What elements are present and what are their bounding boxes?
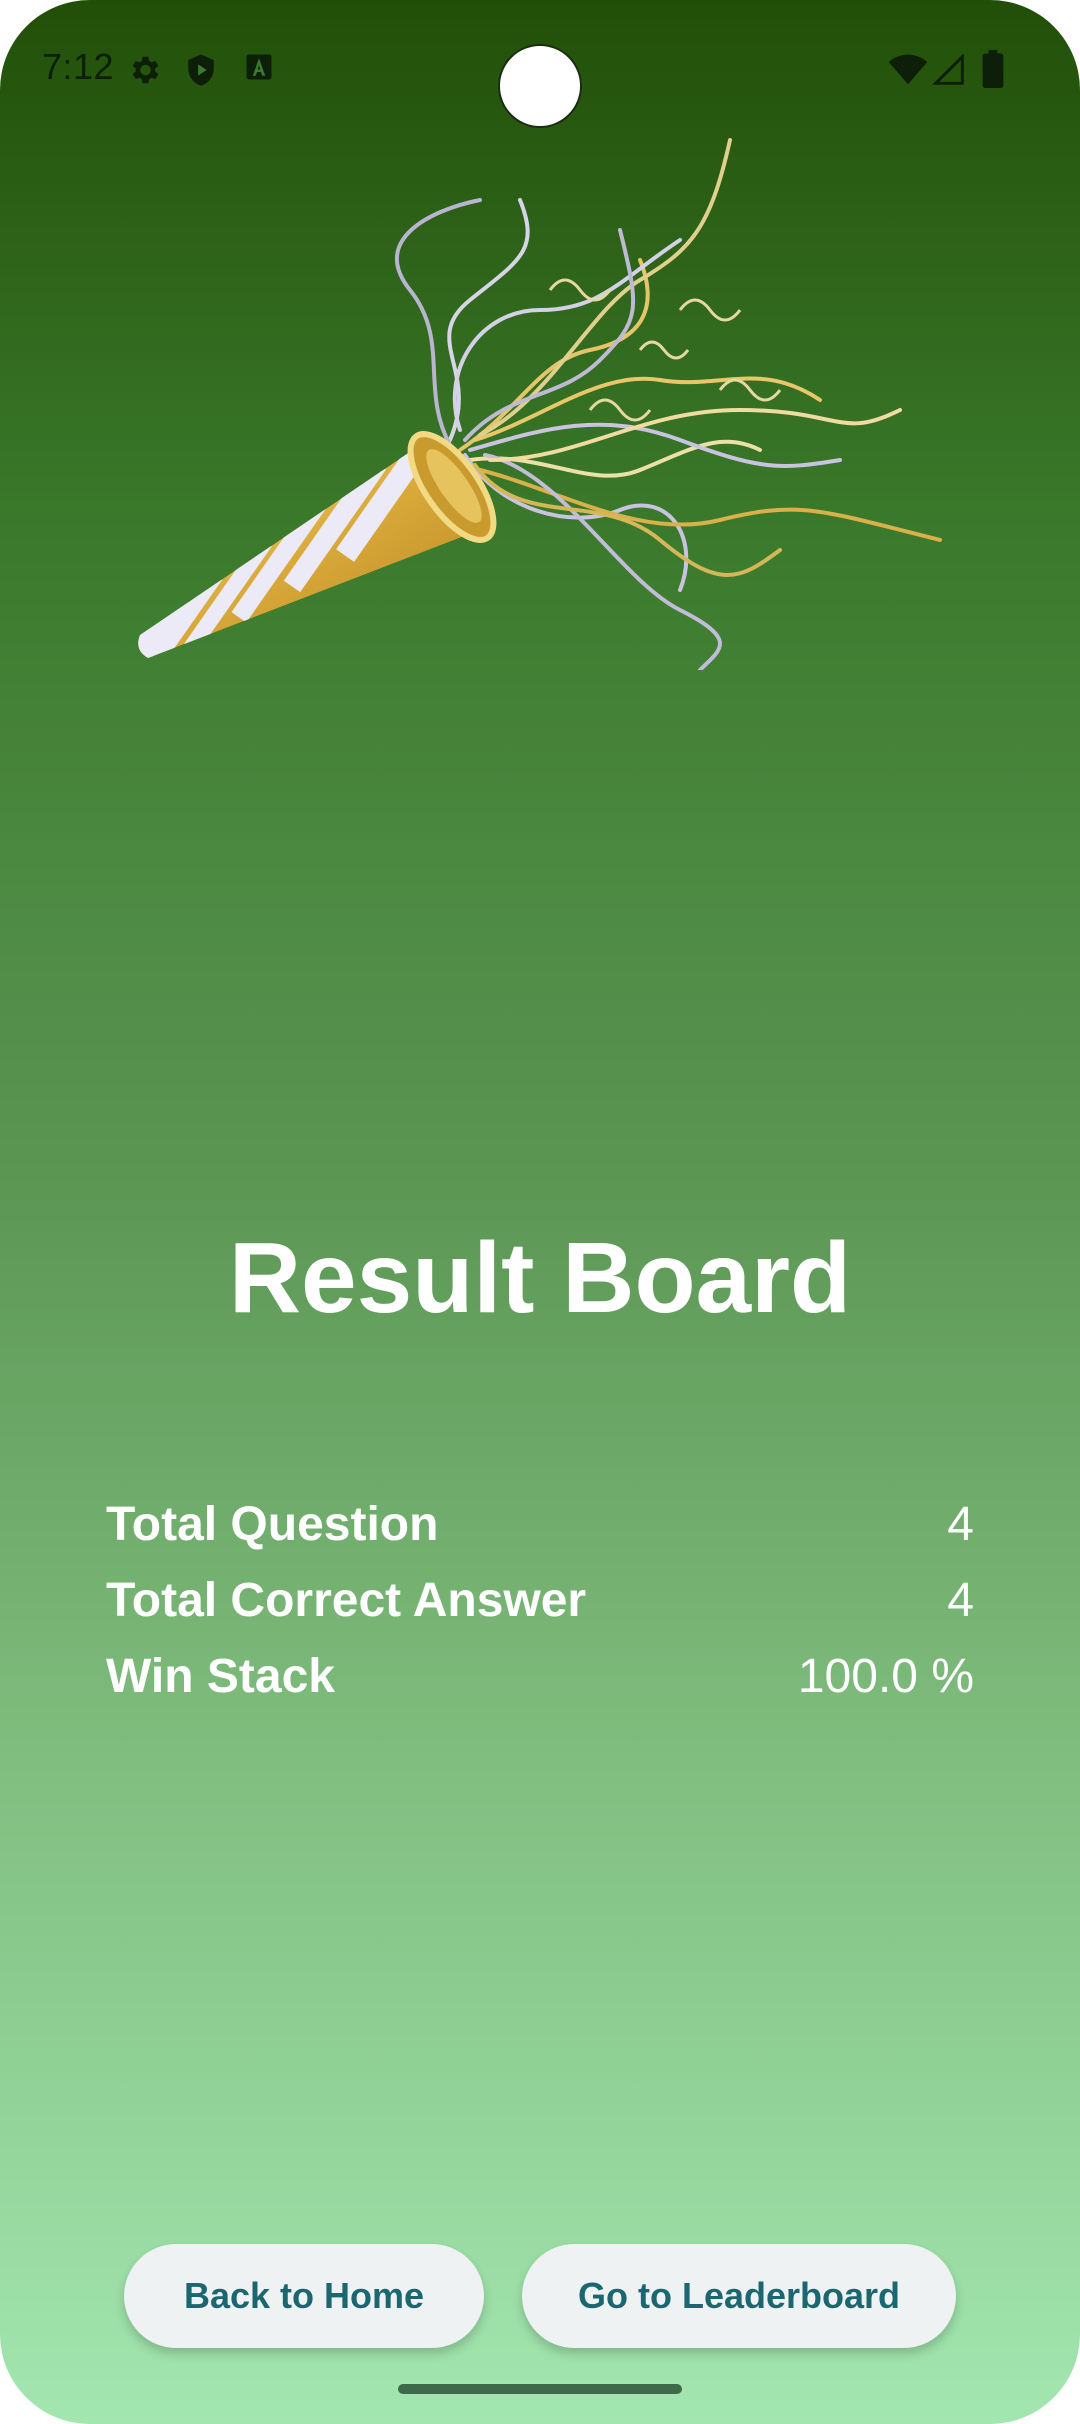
stat-label: Win Stack [106, 1649, 335, 1703]
stat-value: 4 [947, 1497, 974, 1551]
font-a-icon [244, 52, 274, 87]
stat-row-win-stack: Win Stack 100.0 % [106, 1638, 974, 1714]
result-screen: 7:12 Result Board Total Question 4 Total… [0, 0, 1080, 2424]
stat-row-total-question: Total Question 4 [106, 1486, 974, 1562]
wifi-icon [888, 54, 928, 91]
party-popper-icon [120, 110, 960, 672]
gear-icon [126, 52, 162, 93]
result-stats: Total Question 4 Total Correct Answer 4 … [106, 1486, 974, 1714]
status-time: 7:12 [42, 46, 115, 87]
stat-value: 100.0 % [797, 1649, 974, 1703]
stat-row-total-correct-answer: Total Correct Answer 4 [106, 1562, 974, 1638]
page-title: Result Board [228, 1222, 852, 1334]
back-to-home-button[interactable]: Back to Home [124, 2244, 484, 2348]
cell-signal-icon [932, 53, 966, 91]
battery-icon [982, 50, 1004, 93]
home-indicator[interactable] [398, 2384, 682, 2394]
stat-label: Total Correct Answer [106, 1573, 587, 1627]
stat-label: Total Question [106, 1497, 439, 1551]
shield-play-icon [184, 52, 218, 93]
stat-value: 4 [947, 1573, 974, 1627]
go-to-leaderboard-button[interactable]: Go to Leaderboard [522, 2244, 956, 2348]
